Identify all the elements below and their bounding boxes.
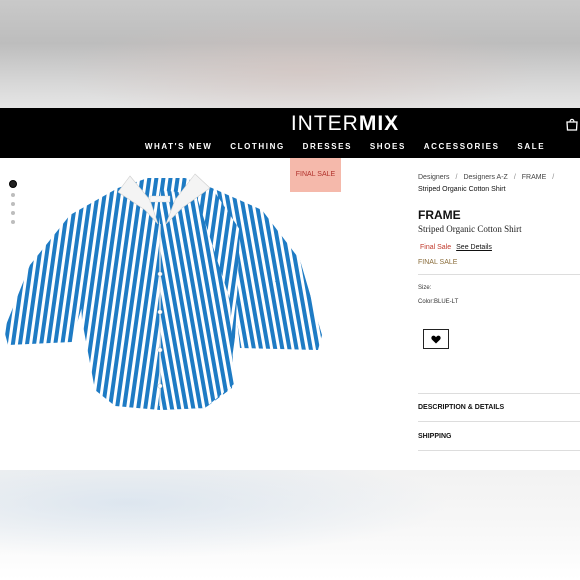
price-label: Final Sale [420, 244, 452, 251]
heart-icon [431, 335, 441, 343]
final-sale-note: FINAL SALE [418, 259, 458, 266]
add-to-wishlist-button[interactable] [423, 329, 449, 349]
breadcrumb: Designers / Designers A-Z / FRAME / Striped O… [418, 174, 555, 193]
product-image-shirt[interactable] [0, 170, 330, 460]
blurred-bottom-backdrop [0, 470, 580, 580]
product-brand[interactable]: FRAME [418, 208, 580, 222]
divider [418, 274, 580, 275]
nav-whats-new[interactable]: WHAT'S NEW [145, 142, 213, 151]
shopping-bag-icon[interactable] [566, 117, 578, 131]
site-header: INTERMIX WHAT'S NEW CLOTHING DRESSES SHO… [0, 108, 580, 158]
product-name: Striped Organic Cotton Shirt [418, 224, 522, 234]
divider [418, 421, 580, 422]
breadcrumb-designers[interactable]: Designers [418, 174, 450, 181]
main-nav: WHAT'S NEW CLOTHING DRESSES SHOES ACCESS… [0, 142, 580, 151]
size-label: Size: [418, 285, 432, 291]
nav-dresses[interactable]: DRESSES [303, 142, 352, 151]
blurred-top-backdrop [0, 0, 580, 108]
price-row: Final Sale See Details [418, 244, 580, 251]
accordion-description-details[interactable]: DESCRIPTION & DETAILS [418, 404, 504, 411]
breadcrumb-designers-a-z[interactable]: Designers A-Z [463, 174, 507, 181]
nav-clothing[interactable]: CLOTHING [230, 142, 285, 151]
accordion-shipping[interactable]: SHIPPING [418, 433, 451, 440]
color-label: Color:BLUE-LT [418, 299, 459, 305]
logo-text-bold: MIX [358, 112, 400, 135]
nav-shoes[interactable]: SHOES [370, 142, 406, 151]
breadcrumb-frame[interactable]: FRAME [522, 174, 547, 181]
breadcrumb-current: Striped Organic Cotton Shirt [418, 186, 506, 193]
see-details-link[interactable]: See Details [456, 244, 492, 251]
divider [418, 393, 580, 394]
final-sale-badge: FINAL SALE [290, 158, 341, 192]
nav-sale[interactable]: SALE [517, 142, 545, 151]
product-details-panel: Designers / Designers A-Z / FRAME / Striped O… [418, 172, 580, 266]
intermix-logo[interactable]: INTERMIX [0, 112, 580, 136]
logo-text-light: INTER [290, 112, 359, 135]
nav-accessories[interactable]: ACCESSORIES [424, 142, 500, 151]
divider [418, 450, 580, 451]
